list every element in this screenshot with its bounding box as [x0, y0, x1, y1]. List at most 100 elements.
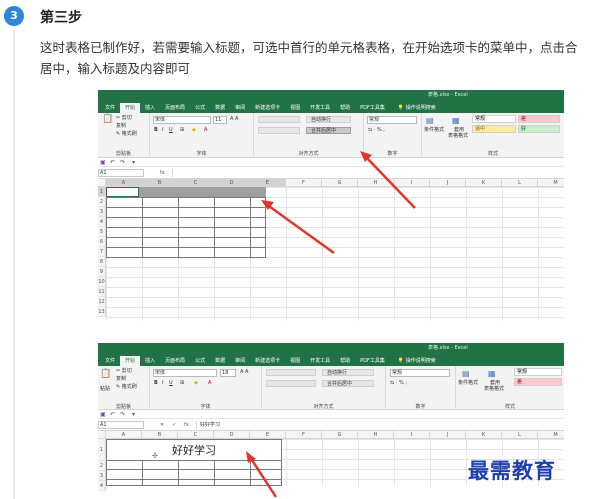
conditional-format-label[interactable]: 条件格式 [458, 380, 478, 387]
column-header-j[interactable]: J [430, 431, 466, 439]
row-header-6[interactable]: 6 [98, 237, 106, 247]
fx-icon[interactable]: fx [184, 421, 189, 429]
name-box[interactable]: A1 [98, 169, 144, 177]
row-header-4[interactable]: 4 [98, 217, 106, 227]
row-header-5[interactable]: 5 [98, 227, 106, 237]
tab-file[interactable]: 文件 [100, 103, 120, 113]
format-painter-button[interactable]: ✎ 格式刷 [116, 131, 137, 138]
tab-home[interactable]: 开始 [120, 103, 141, 113]
column-header-i[interactable]: I [394, 179, 430, 187]
tab-help[interactable]: 帮助 [335, 103, 355, 113]
row-header-1[interactable]: 1 [98, 439, 106, 461]
column-header-b[interactable]: B [142, 179, 178, 187]
column-header-k[interactable]: K [466, 431, 502, 439]
column-header-g[interactable]: G [322, 179, 358, 187]
bold-icon[interactable]: B [154, 380, 158, 387]
fill-color-icon[interactable]: ◆ [192, 127, 196, 134]
column-header-d[interactable]: D [214, 179, 250, 187]
style-bad[interactable]: 差 [514, 378, 562, 386]
column-header-f[interactable]: F [286, 431, 322, 439]
underline-icon[interactable]: U [169, 127, 173, 134]
row-header-9[interactable]: 9 [98, 267, 106, 277]
bold-icon[interactable]: B [154, 127, 158, 134]
column-header-m[interactable]: M [538, 179, 564, 187]
underline-icon[interactable]: U [169, 380, 173, 387]
merge-center-button[interactable]: 合并后居中 [306, 127, 351, 134]
tab-formulas[interactable]: 公式 [190, 356, 210, 366]
save-icon[interactable]: ▣ [100, 159, 106, 166]
align-center-buttons[interactable] [266, 380, 316, 387]
tab-file[interactable]: 文件 [100, 356, 120, 366]
column-header-c[interactable]: C [178, 179, 214, 187]
redo-icon[interactable]: ↷ [120, 159, 125, 166]
select-all-corner[interactable] [98, 179, 106, 187]
italic-icon[interactable]: I [162, 127, 163, 134]
merge-center-button[interactable]: 合并后居中 [322, 380, 374, 387]
fx-icon[interactable]: fx [160, 169, 165, 177]
tab-view[interactable]: 视图 [285, 103, 305, 113]
row-header-11[interactable]: 11 [98, 287, 106, 297]
column-header-i[interactable]: I [394, 431, 430, 439]
column-header-g[interactable]: G [322, 431, 358, 439]
drawn-table[interactable] [106, 187, 266, 258]
name-box[interactable]: A1 [98, 421, 144, 429]
column-header-c[interactable]: C [178, 431, 214, 439]
column-header-b[interactable]: B [142, 431, 178, 439]
paste-icon[interactable]: 📋 [102, 115, 113, 124]
tab-home[interactable]: 开始 [120, 356, 141, 366]
tab-pdf[interactable]: PDF工具集 [355, 356, 390, 366]
formula-input[interactable]: 好好学习 [196, 421, 564, 429]
row-header-3[interactable]: 3 [98, 471, 106, 481]
column-header-e[interactable]: E [250, 431, 286, 439]
qat-customize-icon[interactable]: ▾ [132, 159, 135, 166]
tab-developer[interactable]: 开发工具 [305, 103, 335, 113]
tab-new[interactable]: 新建选项卡 [250, 356, 285, 366]
row-header-4[interactable]: 4 [98, 481, 106, 491]
italic-icon[interactable]: I [162, 380, 163, 387]
style-normal[interactable]: 常规 [472, 115, 516, 123]
fill-color-icon[interactable]: ◆ [194, 380, 198, 387]
tab-insert[interactable]: 插入 [140, 356, 160, 366]
font-color-icon[interactable]: A [204, 127, 207, 134]
grow-font-icon[interactable]: A A [230, 116, 238, 123]
row-header-13[interactable]: 13 [98, 307, 106, 317]
merged-title-cell[interactable]: 好好学习 [106, 439, 282, 461]
column-header-k[interactable]: K [466, 179, 502, 187]
font-name-select[interactable]: 宋体 [153, 116, 211, 124]
row-header-12[interactable]: 12 [98, 297, 106, 307]
column-header-h[interactable]: H [358, 431, 394, 439]
tab-page-layout[interactable]: 页面布局 [160, 103, 190, 113]
paste-label[interactable]: 粘贴 [100, 386, 110, 393]
column-header-m[interactable]: M [538, 431, 564, 439]
cancel-icon[interactable]: ✕ [160, 421, 164, 429]
style-good[interactable]: 好 [518, 125, 560, 133]
format-painter-button[interactable]: ✎ 格式刷 [116, 384, 137, 391]
undo-icon[interactable]: ↶ [110, 159, 115, 166]
qat-customize-icon[interactable]: ▾ [132, 411, 135, 418]
row-header-10[interactable]: 10 [98, 277, 106, 287]
row-header-8[interactable]: 8 [98, 257, 106, 267]
column-header-a[interactable]: A [106, 179, 142, 187]
style-neutral[interactable]: 适中 [472, 125, 516, 133]
conditional-format-icon[interactable]: ▤ [462, 370, 470, 378]
column-header-l[interactable]: L [502, 431, 538, 439]
select-all-corner[interactable] [98, 431, 106, 439]
tab-data[interactable]: 数据 [210, 103, 230, 113]
undo-icon[interactable]: ↶ [110, 411, 115, 418]
tab-review[interactable]: 审阅 [230, 103, 250, 113]
tab-help[interactable]: 帮助 [335, 356, 355, 366]
tell-me-search-2[interactable]: 💡 操作说明搜索 [390, 356, 436, 366]
tab-view[interactable]: 视图 [285, 356, 305, 366]
tab-pdf[interactable]: PDF工具集 [355, 103, 390, 113]
row-header-3[interactable]: 3 [98, 207, 106, 217]
tab-data[interactable]: 数据 [210, 356, 230, 366]
column-header-h[interactable]: H [358, 179, 394, 187]
column-header-l[interactable]: L [502, 179, 538, 187]
copy-button[interactable]: 复制 [116, 376, 126, 383]
format-as-table-label-2[interactable]: 表格格式 [484, 386, 504, 393]
column-header-f[interactable]: F [286, 179, 322, 187]
tab-page-layout[interactable]: 页面布局 [160, 356, 190, 366]
number-format-select[interactable]: 常规 [367, 116, 417, 124]
conditional-format-icon[interactable]: ▤ [426, 117, 434, 125]
column-header-e[interactable]: E [250, 179, 286, 187]
